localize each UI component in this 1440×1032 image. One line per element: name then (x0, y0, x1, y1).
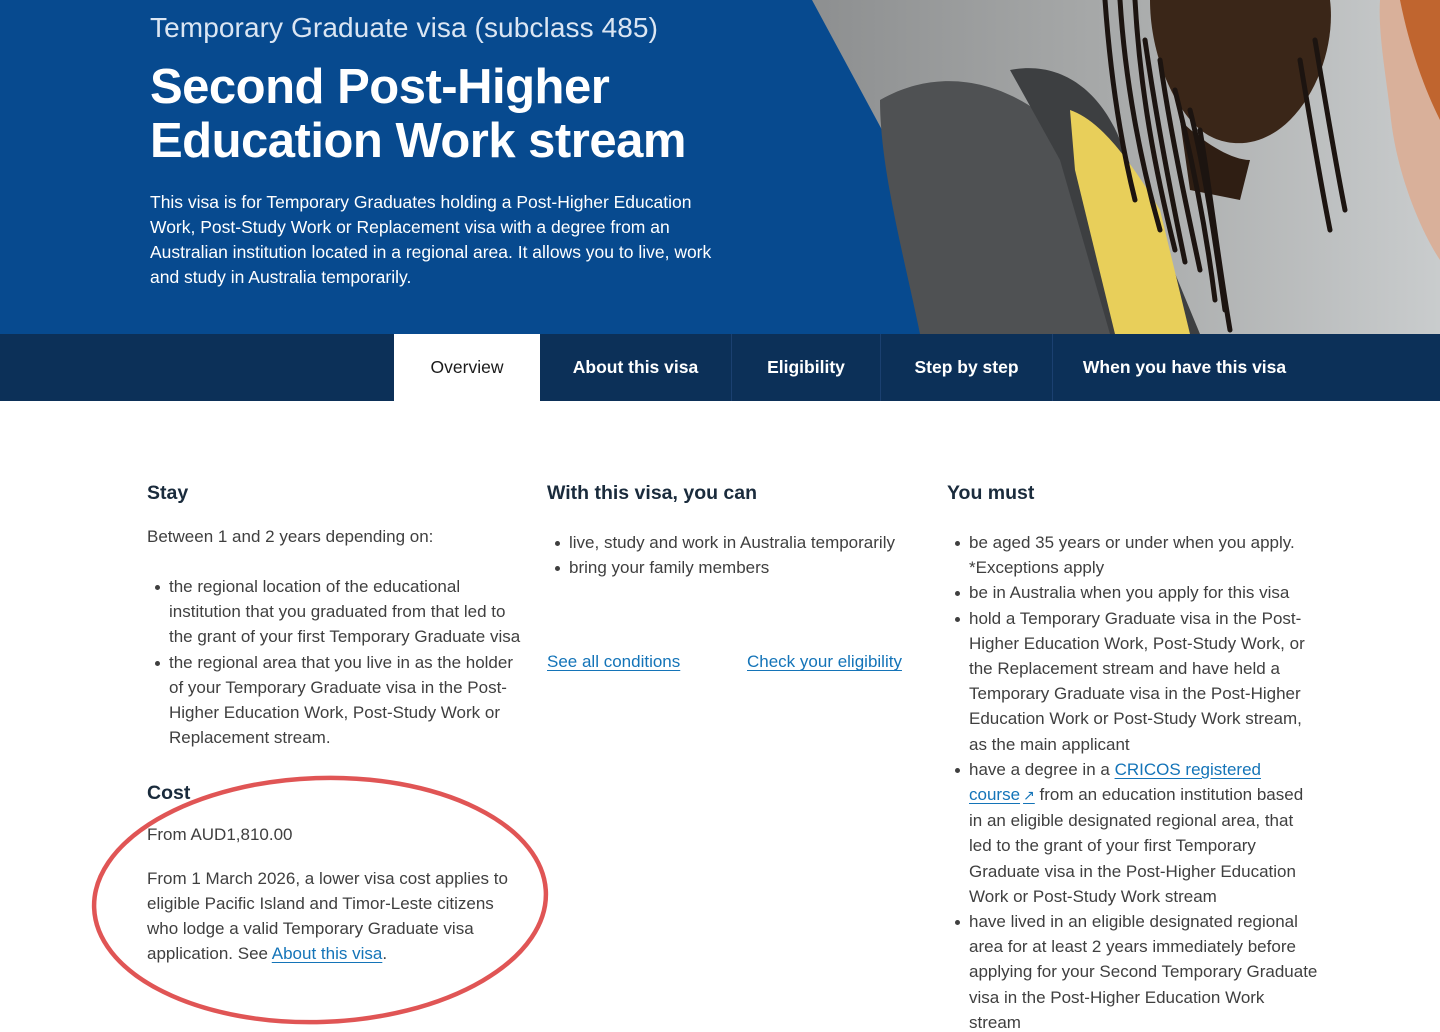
tab-about-this-visa[interactable]: About this visa (540, 334, 731, 401)
hero-text: Temporary Graduate visa (subclass 485) S… (150, 10, 730, 290)
item-text: have a degree in a (969, 759, 1115, 779)
cost-note: From 1 March 2026, a lower visa cost app… (147, 866, 522, 966)
list-item: have a degree in a CRICOS registered cou… (947, 757, 1319, 909)
check-your-eligibility-link[interactable]: Check your eligibility (747, 649, 902, 674)
cost-amount: From AUD1,810.00 (147, 825, 293, 845)
stay-cost-column: Stay Between 1 and 2 years depending on:… (147, 480, 522, 966)
requirements-column: You must be aged 35 years or under when … (947, 480, 1319, 1032)
requirements-list: be aged 35 years or under when you apply… (947, 530, 1319, 1032)
hero-banner: Temporary Graduate visa (subclass 485) S… (0, 0, 1440, 334)
visa-benefits-column: With this visa, you can live, study and … (547, 480, 917, 675)
page-title: Second Post-Higher Education Work stream (150, 60, 730, 168)
list-item: live, study and work in Australia tempor… (547, 530, 917, 555)
you-must-heading: You must (947, 482, 1035, 504)
list-item: bring your family members (547, 555, 917, 580)
cost-note-end: . (382, 944, 388, 964)
page-title-line-1: Second Post-Higher (150, 60, 610, 114)
stay-intro: Between 1 and 2 years depending on: (147, 527, 434, 546)
tab-overview[interactable]: Overview (394, 334, 540, 401)
stay-heading: Stay (147, 482, 189, 504)
about-this-visa-link[interactable]: About this visa (272, 944, 383, 963)
page-title-line-2: Education Work stream (150, 114, 686, 168)
list-item: have lived in an eligible designated reg… (947, 909, 1319, 1032)
cost-heading: Cost (147, 782, 191, 805)
list-item: the regional location of the educational… (147, 574, 522, 650)
hero-description: This visa is for Temporary Graduates hol… (150, 192, 712, 287)
tab-eligibility[interactable]: Eligibility (731, 334, 880, 401)
list-item: hold a Temporary Graduate visa in the Po… (947, 606, 1319, 757)
tab-step-by-step[interactable]: Step by step (880, 334, 1052, 401)
visa-subclass-label: Temporary Graduate visa (subclass 485) (150, 12, 659, 43)
action-links: See all conditions Check your eligibilit… (547, 649, 917, 675)
list-item: be aged 35 years or under when you apply… (947, 530, 1319, 580)
tab-when-you-have-this-visa[interactable]: When you have this visa (1052, 334, 1316, 401)
benefits-list: live, study and work in Australia tempor… (547, 530, 917, 580)
external-link-icon: ↗ (1023, 787, 1035, 804)
list-item: the regional area that you live in as th… (147, 650, 522, 751)
visa-tab-bar: Overview About this visa Eligibility Ste… (0, 334, 1440, 401)
see-all-conditions-link[interactable]: See all conditions (547, 649, 680, 674)
list-item: be in Australia when you apply for this … (947, 580, 1319, 605)
with-this-visa-heading: With this visa, you can (547, 482, 758, 504)
stay-list: the regional location of the educational… (147, 574, 522, 750)
